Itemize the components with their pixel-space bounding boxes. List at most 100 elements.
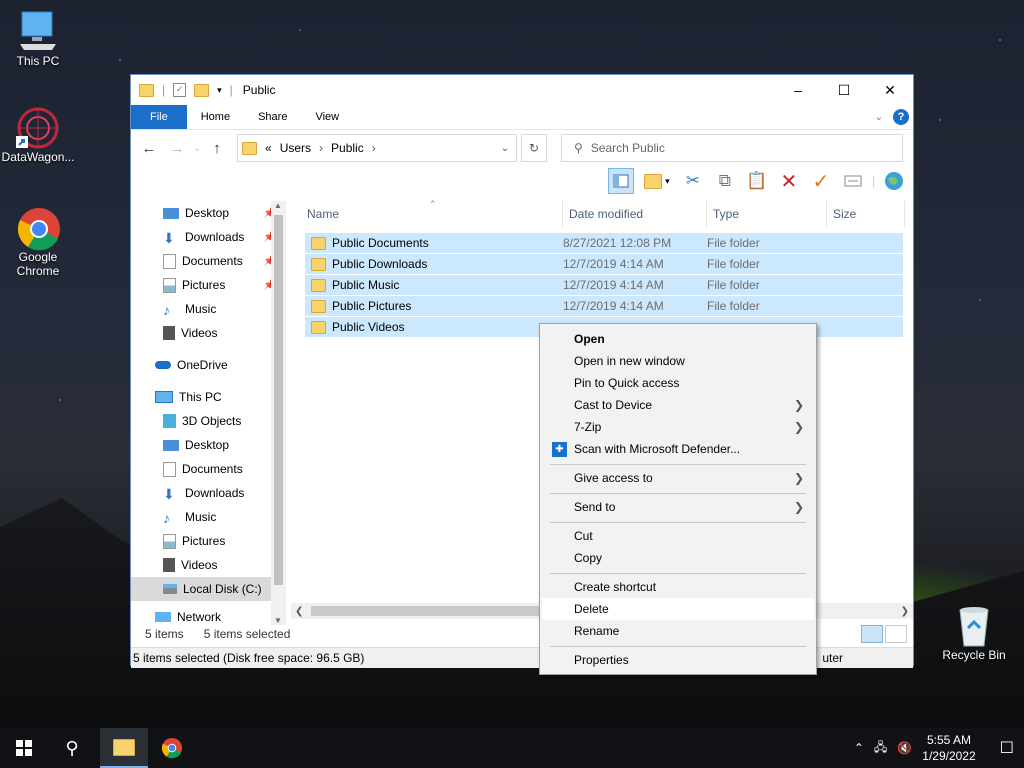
table-row[interactable]: Public Music 12/7/2019 4:14 AM File folder bbox=[305, 275, 903, 295]
sidebar-item-desktop-pc[interactable]: Desktop bbox=[131, 433, 286, 457]
maximize-button[interactable]: ☐ bbox=[821, 75, 867, 105]
properties-icon[interactable] bbox=[840, 168, 866, 194]
sidebar-item-onedrive[interactable]: OneDrive bbox=[131, 353, 286, 377]
sidebar-scrollbar[interactable]: ▲ ▼ bbox=[271, 201, 286, 625]
desktop-icon-this-pc[interactable]: This PC bbox=[0, 10, 76, 68]
sidebar-item-music-pc[interactable]: ♪ Music bbox=[131, 505, 286, 529]
selected-count: 5 items selected bbox=[203, 627, 291, 641]
taskbar: ⚲ ⌃ 🖧 🔇 5:55 AM 1/29/2022 ☐ bbox=[0, 728, 1024, 768]
scrollbar-thumb[interactable] bbox=[274, 215, 283, 585]
table-row[interactable]: Public Pictures 12/7/2019 4:14 AM File fol… bbox=[305, 296, 903, 316]
sidebar-item-videos[interactable]: Videos bbox=[131, 321, 286, 345]
start-button[interactable] bbox=[0, 728, 48, 768]
network-globe-icon[interactable] bbox=[881, 168, 907, 194]
menu-item-open-new-window[interactable]: Open in new window bbox=[542, 350, 814, 372]
search-input[interactable]: ⚲ Search Public bbox=[561, 134, 903, 162]
notifications-icon[interactable]: ☐ bbox=[1000, 738, 1014, 758]
desktop-icon-recycle-bin[interactable]: Recycle Bin bbox=[936, 604, 1012, 662]
breadcrumb-overflow[interactable]: « bbox=[265, 141, 272, 155]
delete-icon[interactable]: ✕ bbox=[776, 168, 802, 194]
sidebar-item-desktop[interactable]: Desktop 📌 bbox=[131, 201, 286, 225]
sidebar-item-documents-pc[interactable]: Documents bbox=[131, 457, 286, 481]
search-button[interactable]: ⚲ bbox=[48, 728, 96, 768]
show-hidden-icons-icon[interactable]: ⌃ bbox=[854, 741, 864, 755]
details-view-icon[interactable] bbox=[861, 625, 883, 643]
address-dropdown-icon[interactable]: ⌄ bbox=[494, 143, 516, 154]
large-icons-view-icon[interactable] bbox=[885, 625, 907, 643]
rename-icon[interactable]: ✓ bbox=[808, 168, 834, 194]
column-size[interactable]: Size bbox=[827, 201, 905, 227]
menu-item-create-shortcut[interactable]: Create shortcut bbox=[542, 576, 814, 598]
column-type[interactable]: Type bbox=[707, 201, 827, 227]
sidebar-item-3d-objects[interactable]: 3D Objects bbox=[131, 409, 286, 433]
chevron-right-icon[interactable]: › bbox=[372, 141, 376, 155]
sidebar-item-music[interactable]: ♪ Music bbox=[131, 297, 286, 321]
scroll-left-icon[interactable]: ❮ bbox=[295, 606, 303, 617]
volume-muted-icon[interactable]: 🔇 bbox=[897, 741, 912, 755]
properties-icon[interactable]: ✓ bbox=[173, 83, 187, 97]
close-button[interactable]: ✕ bbox=[867, 75, 913, 105]
cut-icon[interactable]: ✂ bbox=[680, 168, 706, 194]
new-folder-menu-icon[interactable]: ▾ bbox=[640, 168, 674, 194]
taskbar-file-explorer[interactable] bbox=[100, 728, 148, 768]
sidebar-item-local-disk[interactable]: Local Disk (C:) bbox=[131, 577, 286, 601]
desktop-icon-datawagon[interactable]: DataWagon... bbox=[0, 106, 76, 164]
desktop-icon-chrome[interactable]: Google Chrome bbox=[0, 206, 76, 278]
table-row[interactable]: Public Downloads 12/7/2019 4:14 AM File fo… bbox=[305, 254, 903, 274]
minimize-button[interactable]: – bbox=[775, 75, 821, 105]
sidebar-item-downloads[interactable]: ⬇ Downloads 📌 bbox=[131, 225, 286, 249]
table-row[interactable]: Public Documents 8/27/2021 12:08 PM File f… bbox=[305, 233, 903, 253]
up-button[interactable]: ↑ bbox=[203, 140, 231, 157]
menu-item-send-to[interactable]: Send to ❯ bbox=[542, 496, 814, 518]
chevron-right-icon[interactable]: › bbox=[319, 141, 323, 155]
menu-item-give-access[interactable]: Give access to ❯ bbox=[542, 467, 814, 489]
breadcrumb-users[interactable]: Users bbox=[280, 141, 311, 155]
back-button[interactable]: ← bbox=[135, 140, 163, 157]
column-name[interactable]: Name bbox=[291, 201, 563, 227]
status-text: 5 items selected (Disk free space: 96.5 … bbox=[133, 651, 365, 665]
sidebar-item-downloads-pc[interactable]: ⬇ Downloads bbox=[131, 481, 286, 505]
menu-item-pin-quick-access[interactable]: Pin to Quick access bbox=[542, 372, 814, 394]
paste-icon[interactable]: 📋 bbox=[744, 168, 770, 194]
tab-share[interactable]: Share bbox=[244, 105, 301, 129]
sidebar-item-pictures-pc[interactable]: Pictures bbox=[131, 529, 286, 553]
column-headers: Name Date modified Type Size bbox=[291, 201, 911, 227]
sidebar-item-pictures[interactable]: Pictures 📌 bbox=[131, 273, 286, 297]
menu-item-scan-defender[interactable]: ✚ Scan with Microsoft Defender... bbox=[542, 438, 814, 460]
tab-view[interactable]: View bbox=[301, 105, 353, 129]
menu-item-open[interactable]: Open bbox=[542, 328, 814, 350]
sidebar-item-this-pc[interactable]: This PC bbox=[131, 385, 286, 409]
preview-pane-icon[interactable] bbox=[607, 168, 634, 194]
breadcrumb-public[interactable]: Public bbox=[331, 141, 364, 155]
menu-item-7zip[interactable]: 7-Zip ❯ bbox=[542, 416, 814, 438]
tab-home[interactable]: Home bbox=[187, 105, 244, 129]
menu-item-cast-to-device[interactable]: Cast to Device ❯ bbox=[542, 394, 814, 416]
scroll-right-icon[interactable]: ❯ bbox=[901, 606, 909, 617]
menu-item-delete[interactable]: Delete bbox=[542, 598, 814, 620]
address-bar[interactable]: « Users › Public › ⌄ bbox=[237, 134, 517, 162]
network-status-icon[interactable]: 🖧 bbox=[874, 738, 887, 759]
column-date-modified[interactable]: Date modified bbox=[563, 201, 707, 227]
copy-icon[interactable]: ⧉ bbox=[712, 168, 738, 194]
refresh-button[interactable]: ↻ bbox=[521, 134, 547, 162]
help-icon[interactable]: ? bbox=[893, 109, 909, 125]
expand-ribbon-icon[interactable]: ⌄ bbox=[875, 112, 883, 123]
menu-item-properties[interactable]: Properties bbox=[542, 649, 814, 671]
sidebar-item-videos-pc[interactable]: Videos bbox=[131, 553, 286, 577]
forward-button[interactable]: → bbox=[163, 140, 191, 157]
recent-locations-icon[interactable]: ⌄ bbox=[191, 143, 203, 154]
network-icon bbox=[155, 612, 171, 622]
computer-icon bbox=[155, 391, 173, 403]
menu-separator bbox=[550, 646, 806, 647]
taskbar-chrome[interactable] bbox=[148, 728, 196, 768]
desktop-icon-label: DataWagon... bbox=[1, 150, 75, 164]
tab-file[interactable]: File bbox=[131, 105, 187, 129]
sidebar-item-documents[interactable]: Documents 📌 bbox=[131, 249, 286, 273]
clock[interactable]: 5:55 AM 1/29/2022 bbox=[922, 732, 975, 764]
new-folder-icon[interactable] bbox=[194, 83, 210, 97]
menu-item-rename[interactable]: Rename bbox=[542, 620, 814, 642]
customize-dropdown-icon[interactable]: ▾ bbox=[217, 85, 222, 96]
sidebar-item-network[interactable]: Network bbox=[131, 605, 286, 625]
menu-item-cut[interactable]: Cut bbox=[542, 525, 814, 547]
menu-item-copy[interactable]: Copy bbox=[542, 547, 814, 569]
